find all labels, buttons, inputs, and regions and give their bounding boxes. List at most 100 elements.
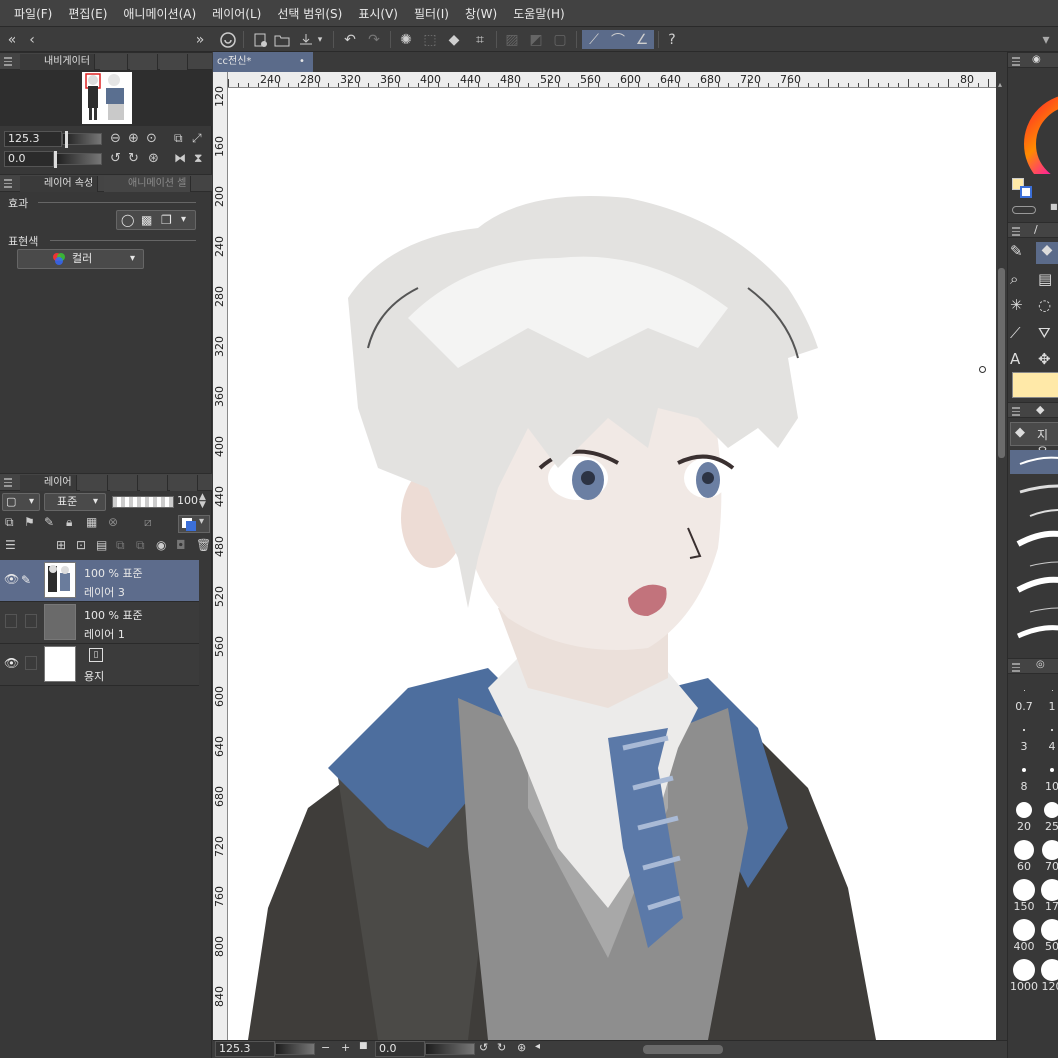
- new-file-icon[interactable]: [250, 30, 270, 49]
- blend-mode-select[interactable]: 표준 ▾: [44, 493, 106, 511]
- visibility-off-box[interactable]: [5, 614, 17, 628]
- opacity-value[interactable]: 100: [177, 494, 198, 507]
- subtool-item[interactable]: [1010, 554, 1058, 574]
- navigator-preview[interactable]: [0, 70, 212, 126]
- transform-icon[interactable]: ⬚: [420, 30, 440, 49]
- rotate-right-icon[interactable]: ↻: [497, 1041, 506, 1054]
- magic-wand-icon[interactable]: ✳: [1010, 296, 1023, 314]
- fill-icon[interactable]: ◆: [444, 30, 464, 49]
- brush-size-cell[interactable]: 150: [1012, 876, 1040, 916]
- reset-rotation-icon[interactable]: ⊛: [517, 1041, 526, 1054]
- subtool-item-selected[interactable]: [1010, 450, 1058, 474]
- zoom-slider[interactable]: [62, 131, 102, 148]
- swatch-swap-icon[interactable]: ■: [1050, 202, 1058, 211]
- menu-view[interactable]: 표시(V): [350, 5, 406, 22]
- rotate-left-icon[interactable]: ↺: [110, 151, 121, 166]
- color-wheel[interactable]: [1024, 74, 1058, 192]
- brush-size-cell[interactable]: 50: [1040, 916, 1058, 956]
- layer-name[interactable]: 레이어 1: [84, 626, 125, 642]
- brush-size-cell[interactable]: 1: [1040, 676, 1058, 716]
- zoom-input[interactable]: 125.3: [4, 131, 62, 147]
- text-tool-icon[interactable]: A: [1010, 350, 1020, 368]
- brush-size-cell[interactable]: 400: [1012, 916, 1040, 956]
- brush-size-cell[interactable]: 8: [1012, 756, 1040, 796]
- ruler-enable-icon[interactable]: ⧄: [144, 515, 152, 530]
- open-folder-icon[interactable]: [272, 30, 292, 49]
- frame-icon[interactable]: ▢: [550, 30, 570, 49]
- scroll-up-icon[interactable]: ▴: [998, 80, 1002, 89]
- save-dropdown-icon[interactable]: ▾: [314, 30, 326, 49]
- flip-icon[interactable]: ◂: [535, 1041, 540, 1052]
- document-tab[interactable]: cc전신* •: [213, 52, 313, 72]
- transparent-color-icon[interactable]: [1012, 206, 1036, 214]
- mask-enable-icon[interactable]: ⊗: [108, 515, 118, 529]
- opacity-slider[interactable]: [112, 496, 174, 508]
- zoom-in-icon[interactable]: +: [341, 1041, 350, 1054]
- brush-size-cell[interactable]: 10: [1040, 756, 1058, 796]
- lock-icon[interactable]: 🔒︎: [66, 515, 72, 530]
- eraser-tool-icon[interactable]: ◆: [1036, 242, 1058, 264]
- status-zoom-input[interactable]: 125.3: [215, 1041, 275, 1057]
- create-mask-icon[interactable]: ◉: [156, 538, 166, 552]
- horizontal-scrollbar-thumb[interactable]: [643, 1045, 723, 1054]
- rotation-input[interactable]: 0.0: [4, 151, 54, 167]
- subtool-group[interactable]: ◆ 지우: [1010, 422, 1058, 459]
- curve-snap-icon[interactable]: ⌒: [606, 30, 630, 49]
- pen-tool-icon[interactable]: ✎: [1010, 242, 1023, 260]
- reset-rotation-icon[interactable]: ⊛: [148, 151, 159, 166]
- tab-timeline[interactable]: [140, 475, 168, 491]
- zoom-out-icon[interactable]: −: [321, 1041, 330, 1054]
- current-color-bar[interactable]: [1012, 372, 1058, 398]
- undo-icon[interactable]: ↶: [340, 30, 360, 49]
- brush-size-tab-icon[interactable]: ◎: [1036, 659, 1045, 670]
- eyedropper-icon[interactable]: ⟋: [1010, 324, 1021, 342]
- brush-size-cell[interactable]: 20: [1012, 796, 1040, 836]
- scrollbar-thumb[interactable]: [998, 268, 1005, 458]
- new-raster-layer-icon[interactable]: ⊞: [56, 538, 66, 552]
- subtool-item[interactable]: [1010, 574, 1058, 598]
- tab-layer-search[interactable]: [80, 475, 108, 491]
- layer-row[interactable]: 👁︎ ✎ 100 % 표준 레이어 3: [0, 560, 199, 602]
- menu-filter[interactable]: 필터(I): [406, 5, 457, 22]
- fill-tool-icon[interactable]: ⛛: [1038, 324, 1051, 342]
- menu-animation[interactable]: 애니메이션(A): [115, 5, 204, 22]
- delete-layer-icon[interactable]: 🗑︎: [196, 538, 211, 552]
- line-snap-icon[interactable]: ∠: [630, 30, 654, 49]
- redo-icon[interactable]: ↷: [364, 30, 384, 49]
- fit-square-icon[interactable]: ■: [359, 1041, 368, 1051]
- brush-size-cell[interactable]: 25: [1040, 796, 1058, 836]
- tab-color-set[interactable]: [110, 475, 138, 491]
- expand-right-icon[interactable]: »: [190, 30, 210, 49]
- layer-type-select[interactable]: ▢ ▾: [2, 493, 40, 511]
- tab-animation-cel[interactable]: 애니메이션 셀: [104, 176, 192, 192]
- reference-icon[interactable]: ⚑: [24, 515, 35, 529]
- loading-icon[interactable]: ✺: [396, 30, 416, 49]
- color-wheel-tab-icon[interactable]: ◉: [1032, 54, 1041, 65]
- subtool-item[interactable]: [1010, 600, 1058, 620]
- crop-icon[interactable]: ⌗: [470, 30, 490, 49]
- rotate-left-icon[interactable]: ↺: [479, 1041, 488, 1054]
- tab-info[interactable]: [130, 54, 158, 70]
- lock-transparency-icon[interactable]: ▦: [86, 515, 97, 529]
- move-tool-icon[interactable]: ✥: [1038, 350, 1051, 368]
- menu-file[interactable]: 파일(F): [6, 5, 60, 22]
- flip-vertical-icon[interactable]: ⧗: [194, 151, 202, 166]
- rotate-right-icon[interactable]: ↻: [128, 151, 139, 166]
- app-logo-icon[interactable]: [218, 30, 238, 49]
- clip-icon[interactable]: ⧉: [5, 515, 14, 530]
- merge-down-icon[interactable]: ⧉: [136, 538, 145, 553]
- vertical-scrollbar[interactable]: ▴: [996, 72, 1007, 1040]
- fit-window-icon[interactable]: ⧉: [174, 131, 183, 146]
- zoom-out-icon[interactable]: ⊖: [110, 131, 121, 146]
- menu-edit[interactable]: 편집(E): [60, 5, 115, 22]
- tab-navigator[interactable]: 내비게이터: [20, 54, 95, 70]
- status-angle-input[interactable]: 0.0: [375, 1041, 425, 1057]
- tab-layer[interactable]: 레이어: [20, 475, 77, 491]
- color-mode-select[interactable]: 컬러 ▾: [17, 249, 144, 269]
- visibility-eye-icon[interactable]: 👁︎: [4, 573, 19, 585]
- subtool-item[interactable]: [1010, 528, 1058, 552]
- edit-target-box[interactable]: [25, 614, 37, 628]
- help-icon[interactable]: ?: [662, 30, 682, 49]
- new-vector-layer-icon[interactable]: ⊡: [76, 538, 86, 552]
- effect-buttons[interactable]: ◯ ▩ ❐ ▾: [116, 210, 196, 230]
